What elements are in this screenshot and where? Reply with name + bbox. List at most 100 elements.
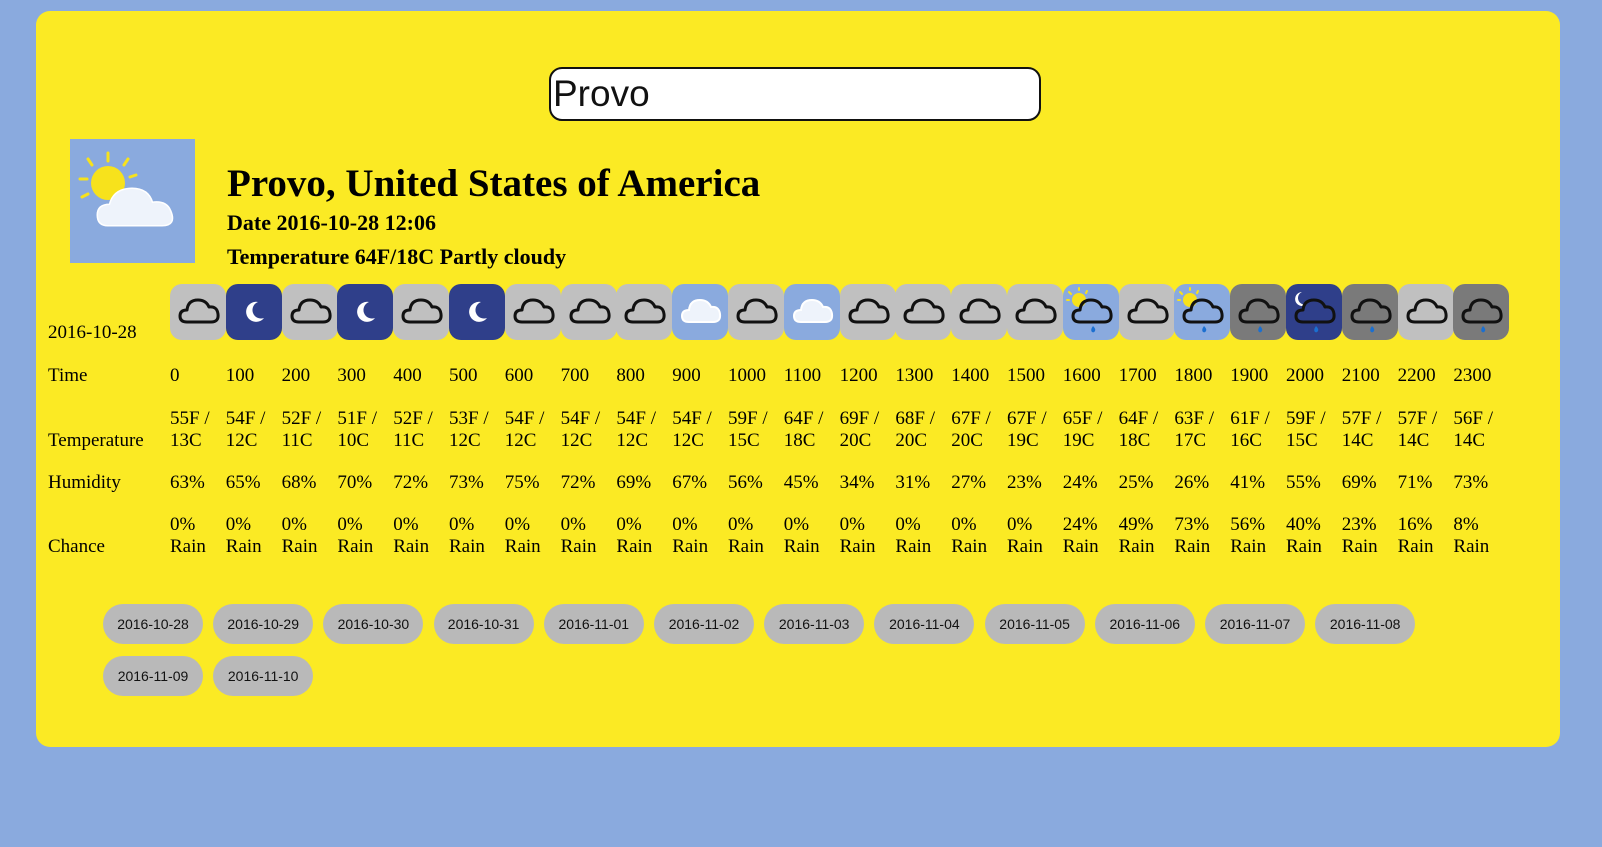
hour-humidity-text: 41%	[1230, 472, 1266, 493]
hour-column: 2200 57F /14C 71% 16% Rain	[1397, 284, 1454, 557]
hour-column: 2100 57F /14C 69% 23% Rain	[1341, 284, 1398, 557]
hour-rain-chance-text: 0%	[616, 514, 642, 535]
hour-time-text: 800	[616, 365, 645, 386]
hour-time-text: 200	[281, 365, 311, 386]
hour-humidity: 72%	[393, 472, 453, 494]
hour-humidity: 41%	[1230, 472, 1290, 494]
hour-time: 100	[226, 365, 286, 387]
hour-temperature: 59F /15C	[728, 408, 788, 452]
hour-temperature-text: 54F /	[560, 408, 601, 429]
hour-rain-chance: 8% Rain	[1453, 514, 1513, 558]
hour-temperature-text: 67F /	[951, 408, 991, 429]
hour-temperature-text: 19C	[1062, 430, 1095, 451]
hour-rain-chance-text: 0%	[393, 514, 419, 535]
hour-rain-chance-text: 23%	[1341, 514, 1377, 535]
hour-column: 800 54F /12C 69% 0% Rain	[616, 284, 673, 557]
hour-temperature-text: 54F /	[225, 408, 266, 429]
hour-temperature-text: 54F /	[504, 408, 545, 429]
date-button[interactable]: 2016-10-31	[433, 604, 534, 644]
hour-column: 200 52F /11C 68% 0% Rain	[281, 284, 338, 557]
hour-rain-chance-text: 0%	[839, 514, 865, 535]
hour-temperature-text: 57F /	[1341, 408, 1382, 429]
date-button[interactable]: 2016-11-09	[103, 656, 203, 696]
sun-rain-cloud-icon	[1062, 284, 1119, 340]
date-button[interactable]: 2016-11-10	[213, 656, 314, 696]
hour-temperature-text: 63F /	[1174, 408, 1214, 429]
hour-rain-chance-text: Rain	[337, 536, 374, 557]
hour-temperature-text: 18C	[783, 430, 816, 451]
hour-time: 1700	[1119, 365, 1179, 387]
hour-column: 1400 67F /20C 27% 0% Rain	[951, 284, 1008, 557]
sun-rain-cloud-icon	[1174, 284, 1231, 340]
hour-rain-chance: 0% Rain	[951, 514, 1011, 558]
hour-time: 2000	[1286, 365, 1346, 387]
hour-time: 1400	[951, 365, 1011, 387]
date-button[interactable]: 2016-11-06	[1094, 604, 1195, 644]
date-button[interactable]: 2016-10-30	[323, 604, 424, 644]
hour-humidity-text: 69%	[1341, 472, 1377, 493]
hour-rain-chance-text: 0%	[170, 514, 196, 535]
hour-column: 2000 59F /15C 55% 40% Rain	[1286, 284, 1342, 557]
hour-rain-chance-text: 0%	[783, 514, 810, 535]
hour-column: 100 54F /12C 65% 0% Rain	[225, 284, 282, 557]
hour-humidity: 25%	[1119, 472, 1179, 494]
date-button[interactable]: 2016-10-29	[213, 604, 314, 644]
hour-rain-chance-text: 16%	[1397, 514, 1433, 535]
cloud-outline-icon	[170, 284, 226, 340]
rain-cloud-icon	[1341, 284, 1398, 340]
hour-humidity-text: 63%	[170, 472, 205, 493]
cloud-outline-icon	[560, 284, 617, 340]
hour-humidity: 65%	[226, 472, 286, 494]
hour-humidity: 70%	[337, 472, 397, 494]
date-button[interactable]: 2016-11-04	[874, 604, 975, 644]
hour-rain-chance-text: Rain	[225, 536, 262, 557]
date-button[interactable]: 2016-11-03	[764, 604, 865, 644]
hour-column: 600 54F /12C 75% 0% Rain	[504, 284, 561, 557]
hour-temperature-text: 19C	[1007, 430, 1039, 451]
hour-humidity-text: 45%	[783, 472, 819, 493]
hour-time: 0	[170, 365, 230, 387]
white-cloud-icon	[672, 284, 729, 340]
hour-rain-chance: 0% Rain	[840, 514, 900, 558]
date-button[interactable]: 2016-11-01	[543, 604, 644, 644]
hour-time: 2200	[1398, 365, 1458, 387]
date-button[interactable]: 2016-11-05	[984, 604, 1085, 644]
hour-time-text: 1300	[895, 365, 934, 386]
hour-rain-chance: 0% Rain	[672, 514, 732, 558]
hour-rain-chance-text: Rain	[1062, 536, 1099, 557]
hour-humidity: 69%	[1342, 472, 1402, 494]
hour-humidity-text: 73%	[449, 472, 484, 493]
cloud-outline-icon	[1007, 284, 1063, 340]
hour-time: 900	[672, 365, 732, 387]
date-button[interactable]: 2016-11-08	[1315, 604, 1416, 644]
hour-humidity-text: 70%	[337, 472, 373, 493]
hour-rain-chance-text: Rain	[672, 536, 709, 557]
hour-time-text: 1400	[951, 365, 990, 386]
hour-humidity: 31%	[895, 472, 955, 494]
hour-rain-chance-text: Rain	[281, 536, 318, 557]
hour-time: 2300	[1453, 365, 1513, 387]
hour-humidity-text: 68%	[281, 472, 317, 493]
hour-humidity-text: 72%	[560, 472, 596, 493]
hour-column: 0 55F /13C 63% 0% Rain	[170, 284, 226, 557]
city-search-input[interactable]	[549, 67, 1041, 121]
hour-time: 1800	[1174, 365, 1234, 387]
hour-humidity-text: 72%	[393, 472, 429, 493]
hour-temperature-text: 55F /	[170, 408, 210, 429]
hour-time-text: 1500	[1007, 365, 1045, 386]
date-button[interactable]: 2016-11-02	[654, 604, 754, 644]
hour-temperature-text: 12C	[504, 430, 537, 451]
hour-rain-chance-text: Rain	[1341, 536, 1378, 557]
hour-humidity: 67%	[672, 472, 732, 494]
date-button[interactable]: 2016-10-28	[103, 604, 203, 644]
hour-temperature-text: 17C	[1174, 430, 1207, 451]
hour-temperature: 55F /13C	[170, 408, 230, 452]
date-button[interactable]: 2016-11-07	[1205, 604, 1305, 644]
hour-rain-chance: 0% Rain	[337, 514, 397, 558]
hour-temperature-text: 51F /	[337, 408, 377, 429]
current-date: Date 2016-10-28 12:06	[227, 210, 436, 235]
hour-temperature: 54F /12C	[561, 408, 621, 452]
hour-rain-chance-text: Rain	[839, 536, 876, 557]
hour-temperature: 53F /12C	[449, 408, 509, 452]
white-cloud-icon	[783, 284, 840, 340]
